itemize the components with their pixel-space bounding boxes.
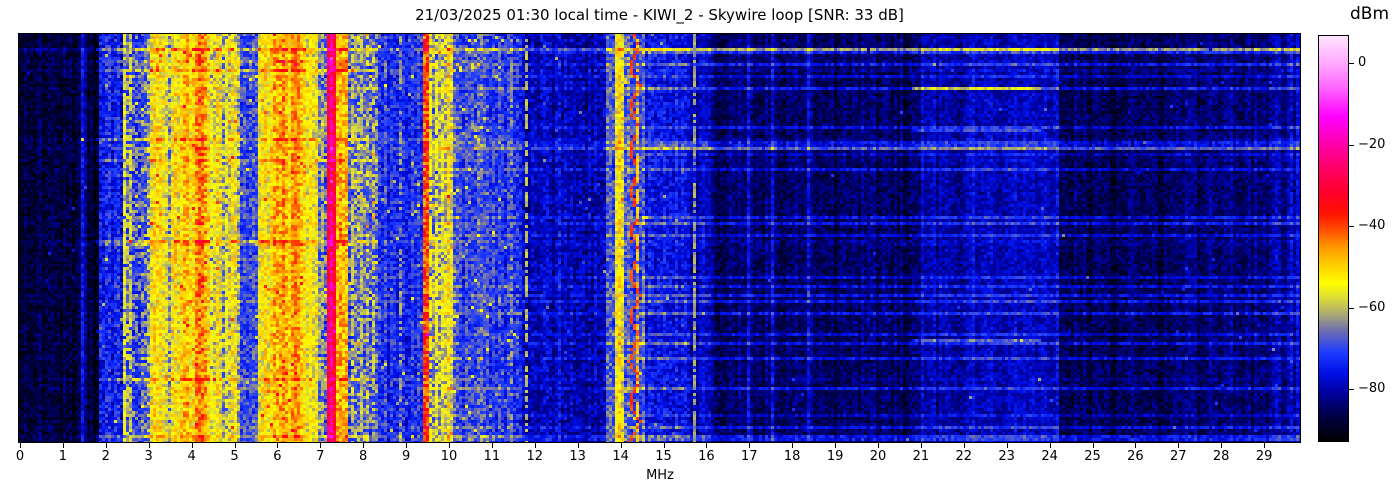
x-axis-tick-label: 14 [612,449,629,464]
x-axis-tick-label: 5 [230,449,239,464]
x-axis-tick-label: 1 [58,449,68,464]
x-axis-tick-label: 26 [1127,449,1144,464]
x-axis-tick-label: 7 [316,449,325,464]
x-axis-tick [1135,443,1137,448]
x-axis-tick-label: 25 [1084,449,1101,464]
spectrogram-figure: 21/03/2025 01:30 local time - KIWI_2 - S… [0,0,1400,500]
x-axis-tick [191,443,193,448]
x-axis-tick-label: 4 [187,449,196,464]
x-axis-tick-label: 12 [526,449,544,464]
x-axis-tick [792,443,794,448]
colorbar-unit-label: dBm [1350,4,1390,24]
colorbar-tick [1349,226,1354,227]
x-axis-tick [363,443,365,448]
x-axis-tick-label: 20 [869,449,887,464]
x-axis-tick-label: 16 [698,449,715,464]
x-axis-tick [406,443,408,448]
colorbar [1318,35,1349,442]
x-axis-tick [835,443,837,448]
x-axis-tick-label: 22 [955,449,973,464]
x-axis-tick [1092,443,1094,448]
colorbar-tick-label: −40 [1358,218,1386,233]
x-axis-tick [105,443,107,448]
x-axis-tick [449,443,450,448]
x-axis-tick-label: 18 [783,449,801,464]
x-axis-tick-label: 17 [741,449,758,464]
x-axis-tick-label: 21 [912,449,930,464]
x-axis-tick [1264,443,1266,448]
x-axis-tick [749,443,751,448]
x-axis-tick-label: 8 [359,449,368,464]
x-axis-tick [663,443,665,448]
x-axis-tick-label: 11 [483,449,501,464]
x-axis-label: MHz [646,468,674,483]
colorbar-tick-label: −20 [1358,137,1386,152]
colorbar-tick-label: −80 [1358,381,1386,396]
x-axis-tick-label: 24 [1041,449,1058,464]
waterfall-heatmap [18,33,1301,443]
x-axis-tick [234,443,236,448]
x-axis-tick [20,443,21,448]
chart-title: 21/03/2025 01:30 local time - KIWI_2 - S… [415,6,904,24]
x-axis-tick [1049,443,1051,448]
x-axis-tick-label: 19 [826,449,844,464]
x-axis-tick [878,443,879,448]
x-axis-tick-label: 9 [401,449,411,464]
x-axis-tick-label: 6 [273,449,282,464]
x-axis-tick-label: 0 [15,449,25,464]
x-axis-tick [62,443,64,448]
x-axis-tick [491,443,493,448]
x-axis-tick [577,443,579,448]
x-axis-tick [1221,443,1223,448]
x-axis-tick [1178,443,1180,448]
x-axis-tick [620,443,622,448]
x-axis-tick-label: 13 [569,449,586,464]
colorbar-tick-label: 0 [1358,55,1367,70]
colorbar-tick [1349,308,1354,309]
colorbar-tick-label: −60 [1358,300,1386,315]
x-axis-tick-label: 3 [144,449,153,464]
x-axis-tick-label: 28 [1212,449,1230,464]
x-axis-tick-label: 29 [1255,449,1273,464]
x-axis-tick [148,443,150,448]
x-axis-tick-label: 23 [998,449,1015,464]
x-axis-tick-label: 27 [1170,449,1187,464]
x-axis-tick-label: 2 [101,449,110,464]
x-axis-tick [320,443,322,448]
colorbar-tick [1349,389,1354,390]
x-axis-tick [963,443,965,448]
x-axis-tick-label: 15 [655,449,672,464]
x-axis-tick [277,443,279,448]
x-axis-tick [534,443,536,448]
x-axis-tick [706,443,708,448]
colorbar-tick [1349,63,1354,64]
x-axis-tick-label: 10 [440,449,458,464]
colorbar-tick [1349,145,1354,146]
x-axis-tick [920,443,922,448]
x-axis-tick [1006,443,1008,448]
